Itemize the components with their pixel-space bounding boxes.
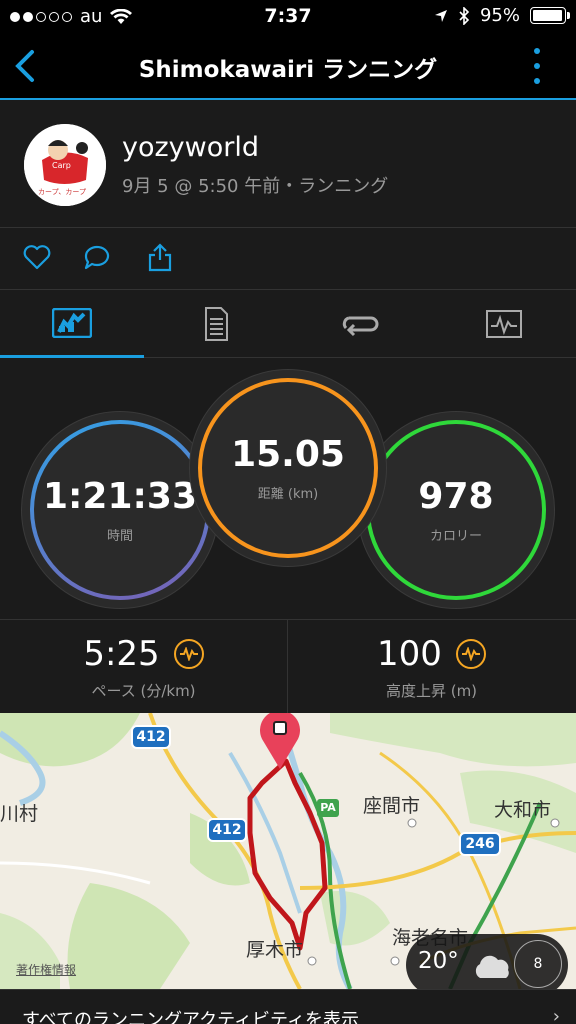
- laps-loop-icon: [342, 316, 379, 337]
- tab-charts[interactable]: [432, 290, 576, 358]
- avatar-image: Carp カープ、カープ: [24, 124, 106, 206]
- distance-label: 距離 (km): [257, 487, 319, 502]
- road-badge-pa: PA: [320, 801, 336, 814]
- time-label: 時間: [106, 529, 133, 544]
- activity-header: Carp カープ、カープ yozyworld 9月 5 @ 5:50 午前・ラン…: [0, 100, 576, 228]
- view-all-runs-row[interactable]: すべてのランニングアクティビティを表示 ›: [0, 989, 576, 1024]
- pace-metric: 5:25 ペース (分/km): [0, 620, 287, 713]
- activity-tabs: [0, 290, 576, 358]
- svg-text:カープ、カープ: カープ、カープ: [38, 188, 86, 196]
- battery-icon: [530, 7, 570, 24]
- social-actions: [0, 228, 576, 290]
- distance-value: 15.05: [231, 434, 345, 475]
- avatar[interactable]: Carp カープ、カープ: [24, 124, 106, 206]
- wind-speed: 8: [514, 940, 562, 988]
- status-right: 95%: [434, 5, 570, 26]
- pace-value: 5:25: [83, 634, 160, 674]
- calories-value: 978: [418, 476, 494, 517]
- navigation-bar: Shimokawairi ランニング: [0, 34, 576, 100]
- tab-overview[interactable]: [0, 290, 144, 358]
- elevation-label: 高度上昇 (m): [385, 682, 478, 700]
- like-heart-icon[interactable]: [22, 242, 52, 272]
- page-title: Shimokawairi ランニング: [138, 57, 438, 83]
- elevation-metric: 100 高度上昇 (m): [288, 620, 575, 713]
- road-badge-412-a: 412: [136, 729, 166, 745]
- calories-label: カロリー: [429, 529, 482, 544]
- chevron-right-icon: ›: [552, 1006, 560, 1024]
- map-copyright-link[interactable]: 著作権情報: [16, 961, 76, 978]
- bluetooth-icon: [459, 6, 470, 25]
- pace-elevation-row: 5:25 ペース (分/km) 100 高度上昇 (m): [0, 620, 576, 713]
- details-list-icon: [205, 307, 228, 341]
- calories-stat: 978 カロリー: [358, 412, 554, 608]
- pace-activity-icon[interactable]: [173, 639, 204, 669]
- map-label-kawamura: 川村: [0, 803, 39, 825]
- weather-temperature: 20°: [418, 948, 459, 974]
- view-all-runs-label: すべてのランニングアクティビティを表示: [22, 1010, 359, 1024]
- location-arrow-icon: [434, 9, 447, 22]
- map-label-atsugi: 厚木市: [246, 939, 304, 961]
- share-icon[interactable]: [145, 242, 175, 272]
- elevation-value: 100: [377, 634, 442, 674]
- weather-widget[interactable]: 20° 8: [406, 934, 568, 989]
- comment-icon[interactable]: [82, 242, 112, 272]
- status-bar: au 7:37 95%: [0, 0, 576, 34]
- route-map[interactable]: 412 412 246 PA 座間市 大和市 厚木市 海老名市 川村 著作権情報…: [0, 713, 576, 989]
- time-stat: 1:21:33 時間: [22, 412, 218, 608]
- battery-percent: 95%: [479, 5, 520, 26]
- more-options-icon[interactable]: [532, 48, 542, 84]
- road-badge-412-b: 412: [212, 822, 242, 838]
- overview-stats-icon: [52, 307, 92, 338]
- time-value: 1:21:33: [42, 476, 198, 517]
- username[interactable]: yozyworld: [122, 132, 259, 163]
- charts-graph-icon: [486, 310, 522, 338]
- wind-speed-value: 8: [533, 956, 543, 972]
- road-badge-246: 246: [465, 836, 495, 852]
- cloud-icon: [475, 955, 509, 978]
- summary-stats: 1:21:33 時間 978 カロリー 15.05 距離 (km): [0, 358, 576, 620]
- distance-stat: 15.05 距離 (km): [190, 370, 386, 566]
- svg-text:Carp: Carp: [52, 161, 71, 170]
- activity-meta: 9月 5 @ 5:50 午前・ランニング: [122, 176, 389, 197]
- elevation-activity-icon[interactable]: [455, 639, 486, 669]
- map-label-yamato: 大和市: [494, 799, 552, 821]
- map-label-zama: 座間市: [363, 795, 421, 817]
- pace-label: ペース (分/km): [91, 682, 196, 700]
- tab-laps[interactable]: [288, 290, 432, 358]
- tab-details[interactable]: [144, 290, 288, 358]
